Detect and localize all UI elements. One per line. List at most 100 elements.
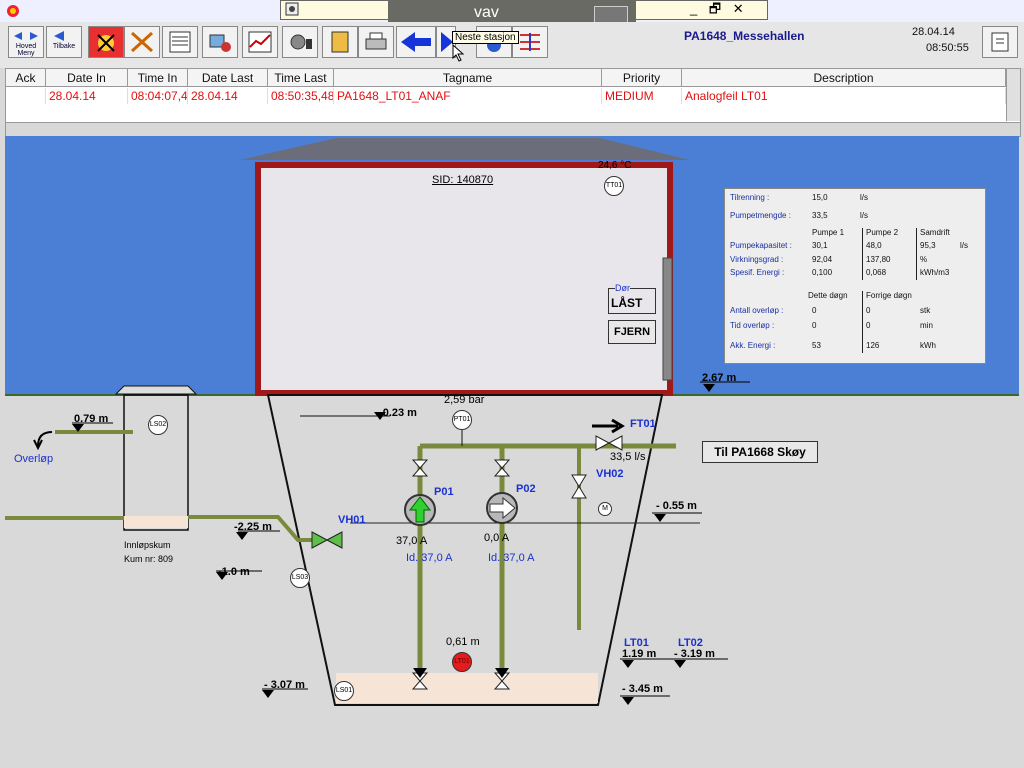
- info-value: 48,0: [866, 241, 882, 250]
- vh02-label[interactable]: VH02: [596, 468, 624, 480]
- lt02-level: - 3.19 m: [674, 648, 715, 660]
- table-cell[interactable]: 08:04:07,4: [128, 88, 188, 104]
- lt01-alarm-sensor[interactable]: LT01: [452, 652, 472, 672]
- app-icon: [6, 3, 20, 19]
- network-button[interactable]: [202, 26, 238, 58]
- print-button[interactable]: [358, 26, 394, 58]
- info-label: Pumpetmengde :: [730, 211, 791, 220]
- info-value: 137,80: [866, 255, 891, 264]
- window-controls: _ 🗗 ✕: [690, 0, 752, 22]
- alarm-off-button[interactable]: [124, 26, 160, 58]
- col-header[interactable]: Tagname: [334, 69, 602, 87]
- lt01-label[interactable]: LT01: [624, 637, 649, 649]
- col-header[interactable]: Date In: [46, 69, 128, 87]
- col-header[interactable]: Date Last: [188, 69, 268, 87]
- info-value: 0,100: [812, 268, 833, 277]
- settings-button[interactable]: [282, 26, 318, 58]
- main-menu-button[interactable]: Hoved Meny: [8, 26, 44, 58]
- mouse-pointer-icon: [452, 43, 466, 65]
- ls02-sensor[interactable]: LS02: [148, 415, 168, 435]
- overflow-label: Overløp: [14, 453, 54, 465]
- info-value: 53: [812, 341, 821, 350]
- table-cell[interactable]: Analogfeil LT01: [682, 88, 1006, 104]
- info-label: Pumpekapasitet :: [730, 241, 792, 250]
- info-label: Virkningsgrad :: [730, 255, 784, 264]
- info-value: 0: [866, 306, 871, 315]
- p02-rated-current: Id. 37,0 A: [488, 552, 535, 564]
- p01-current: 37,0 A: [396, 535, 428, 547]
- table-cell[interactable]: [6, 88, 46, 104]
- table-cell[interactable]: 28.04.14: [46, 88, 128, 104]
- col-header[interactable]: Time In: [128, 69, 188, 87]
- info-value: 126: [866, 341, 880, 350]
- vh01-label[interactable]: VH01: [338, 514, 366, 526]
- info-value: 95,3: [920, 241, 936, 250]
- station-id: SID: 140870: [432, 174, 494, 186]
- chamber-number: Kum nr: 809: [124, 554, 174, 564]
- info-label: Tilrenning :: [730, 193, 770, 202]
- ft01-label[interactable]: FT01: [630, 418, 656, 430]
- alarm-table[interactable]: Ack Date In Time In Date Last Time Last …: [5, 68, 1021, 124]
- level-307: - 3.07 m: [264, 679, 305, 691]
- col-header[interactable]: Ack: [6, 69, 46, 87]
- info-unit: kWh: [920, 341, 936, 350]
- info-value: 0: [866, 321, 871, 330]
- back-label: Tilbake: [52, 43, 76, 50]
- col-header[interactable]: Priority: [602, 69, 682, 87]
- close-button[interactable]: ✕: [733, 1, 744, 16]
- info-unit: l/s: [960, 241, 968, 250]
- temperature-value: 24,6 °C: [598, 160, 632, 171]
- lt02-label[interactable]: LT02: [678, 637, 703, 649]
- p02-current: 0,0 A: [484, 532, 510, 544]
- info-unit: l/s: [860, 193, 868, 202]
- info-value: 0,068: [866, 268, 887, 277]
- info-label: Tid overløp :: [730, 321, 775, 330]
- tooltip: Neste stasjon: [452, 31, 519, 44]
- p02-label[interactable]: P02: [516, 483, 536, 495]
- info-value: 30,1: [812, 241, 828, 250]
- info-unit: l/s: [860, 211, 868, 220]
- info-value: 0: [812, 321, 817, 330]
- p01-label[interactable]: P01: [434, 486, 454, 498]
- info-value: 33,5: [812, 211, 828, 220]
- inlet-level: 0.79 m: [74, 413, 109, 425]
- minimize-button[interactable]: _: [690, 1, 697, 16]
- info-label: Spesif. Energi :: [730, 268, 785, 277]
- header-time: 08:50:55: [926, 42, 969, 54]
- ls01-sensor[interactable]: LS01: [334, 681, 354, 701]
- station-name: PA1648_Messehallen: [684, 29, 805, 43]
- vertical-scrollbar[interactable]: [1006, 69, 1020, 121]
- info-unit: %: [920, 255, 928, 264]
- p01-rated-current: Id. 37,0 A: [406, 552, 453, 564]
- window-icon: [285, 2, 299, 19]
- water-level-value: 0,61 m: [446, 636, 480, 648]
- col-header[interactable]: Time Last: [268, 69, 334, 87]
- report-button[interactable]: [162, 26, 198, 58]
- info-value: 92,04: [812, 255, 833, 264]
- table-cell[interactable]: 08:50:35,48: [268, 88, 334, 104]
- info-label: Antall overløp :: [730, 306, 784, 315]
- book-button[interactable]: [322, 26, 358, 58]
- table-cell[interactable]: MEDIUM: [602, 88, 682, 104]
- divider: [916, 228, 917, 280]
- pt01-sensor[interactable]: PT01: [452, 410, 472, 430]
- door-label: Dør: [615, 283, 630, 293]
- previous-station-button[interactable]: [396, 26, 436, 58]
- back-button[interactable]: Tilbake: [46, 26, 82, 58]
- main-menu-label: Hoved Meny: [15, 43, 37, 57]
- logout-button[interactable]: [982, 26, 1018, 58]
- ls03-sensor[interactable]: LS03: [290, 568, 310, 588]
- divider: [862, 291, 863, 353]
- alarm-button[interactable]: [88, 26, 124, 58]
- restore-button[interactable]: 🗗: [709, 1, 721, 16]
- trend-button[interactable]: [242, 26, 278, 58]
- flow-value: 33,5 l/s: [610, 451, 646, 463]
- level-055: - 0.55 m: [656, 500, 697, 512]
- info-value: 15,0: [812, 193, 828, 202]
- table-cell[interactable]: PA1648_LT01_ANAF: [334, 88, 602, 104]
- tt01-sensor[interactable]: TT01: [604, 176, 624, 196]
- fjern-button[interactable]: FJERN: [608, 320, 656, 344]
- table-cell[interactable]: 28.04.14: [188, 88, 268, 104]
- col-header[interactable]: Description: [682, 69, 1006, 87]
- to-station-button[interactable]: Til PA1668 Skøy: [702, 441, 818, 463]
